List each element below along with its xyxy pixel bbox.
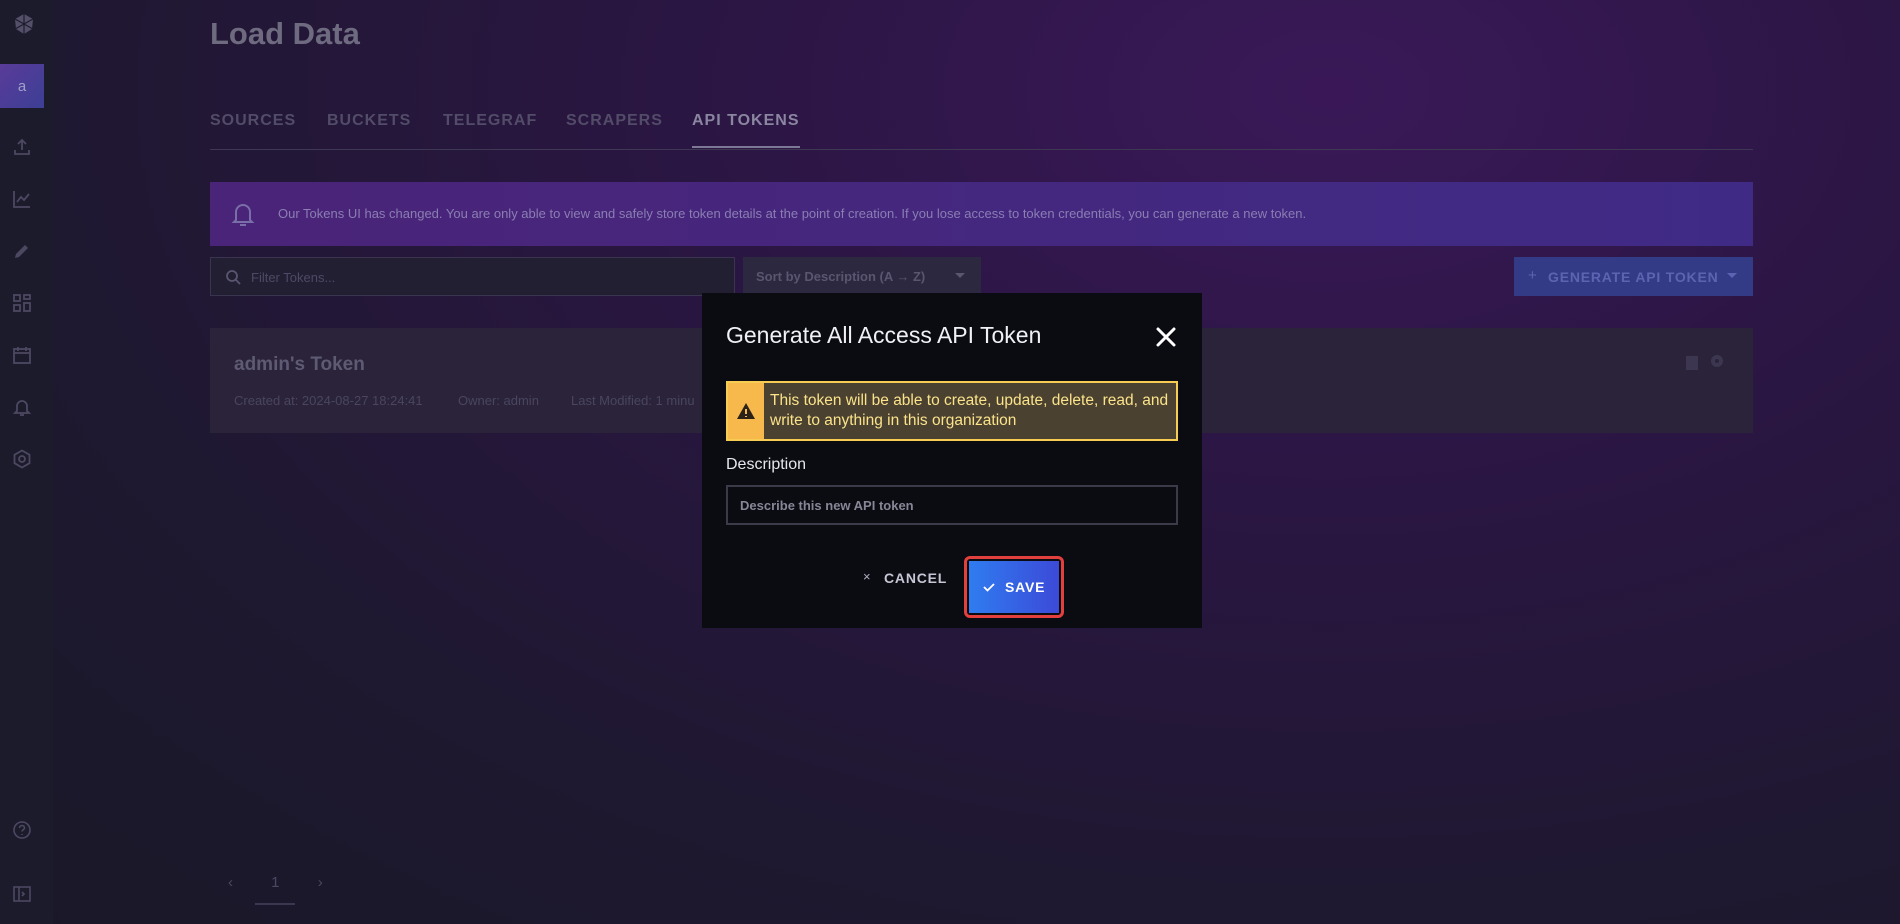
info-banner: Our Tokens UI has changed. You are only … (210, 182, 1753, 246)
bell-icon (228, 199, 258, 229)
trash-icon[interactable] (1686, 356, 1698, 370)
pencil-icon[interactable] (11, 240, 33, 262)
prev-page-icon[interactable]: ‹ (228, 874, 233, 891)
token-owner: Owner: admin (458, 393, 539, 408)
description-label: Description (726, 456, 807, 473)
generate-api-token-button[interactable]: + GENERATE API TOKEN (1514, 257, 1753, 296)
chart-icon[interactable] (11, 188, 33, 210)
org-switcher[interactable]: a (0, 64, 44, 108)
tab-api-tokens[interactable]: API TOKENS (692, 112, 800, 130)
dashboards-icon[interactable] (11, 292, 33, 314)
caret-down-icon[interactable] (1727, 273, 1737, 278)
collapse-icon[interactable] (11, 883, 33, 905)
cancel-label: CANCEL (884, 570, 948, 586)
check-icon (982, 580, 996, 594)
page-number[interactable]: 1 (271, 874, 279, 891)
tab-scrapers[interactable]: SCRAPERS (566, 112, 663, 130)
filter-tokens-input[interactable] (251, 267, 711, 287)
upload-icon[interactable] (11, 136, 33, 158)
x-icon: × (863, 569, 871, 584)
help-icon[interactable] (11, 819, 33, 841)
token-name[interactable]: admin's Token (234, 354, 365, 376)
cancel-button[interactable]: × CANCEL (857, 563, 957, 593)
sort-dropdown[interactable]: Sort by Description (A → Z) (743, 257, 981, 296)
close-icon[interactable] (1154, 325, 1178, 349)
active-tab-indicator (692, 146, 800, 148)
calendar-icon[interactable] (11, 344, 33, 366)
filter-tokens-field (210, 257, 735, 296)
description-input[interactable] (726, 485, 1178, 525)
save-label: SAVE (1005, 579, 1046, 595)
next-page-icon[interactable]: › (318, 874, 323, 891)
sort-label: Sort by Description (A → Z) (756, 269, 926, 284)
warning-text: This token will be able to create, updat… (770, 392, 1169, 429)
tab-bar: SOURCES BUCKETS TELEGRAF SCRAPERS API TO… (210, 110, 1753, 150)
gear-icon[interactable] (1710, 354, 1724, 368)
warning-icon (728, 383, 764, 439)
caret-down-icon (955, 273, 965, 278)
pagination: ‹ 1 › (228, 874, 323, 891)
banner-text: Our Tokens UI has changed. You are only … (278, 206, 1307, 221)
tab-telegraf[interactable]: TELEGRAF (443, 112, 537, 130)
bell-icon[interactable] (11, 396, 33, 418)
search-icon (225, 269, 241, 285)
page-title: Load Data (210, 16, 360, 51)
warning-alert: This token will be able to create, updat… (726, 381, 1178, 441)
generate-label: GENERATE API TOKEN (1548, 269, 1719, 285)
gear-icon[interactable] (11, 448, 33, 470)
plus-icon: + (1528, 267, 1537, 284)
influx-logo-icon[interactable] (12, 12, 36, 36)
tab-buckets[interactable]: BUCKETS (327, 112, 411, 130)
generate-token-modal: Generate All Access API Token This token… (702, 293, 1202, 628)
modal-title: Generate All Access API Token (726, 322, 1042, 348)
save-button[interactable]: SAVE (969, 561, 1059, 613)
org-initial: a (17, 77, 27, 95)
token-modified: Last Modified: 1 minu (571, 393, 695, 408)
token-created: Created at: 2024-08-27 18:24:41 (234, 393, 423, 408)
sidebar: a (0, 0, 53, 924)
tab-sources[interactable]: SOURCES (210, 112, 296, 130)
page-indicator (255, 903, 295, 905)
